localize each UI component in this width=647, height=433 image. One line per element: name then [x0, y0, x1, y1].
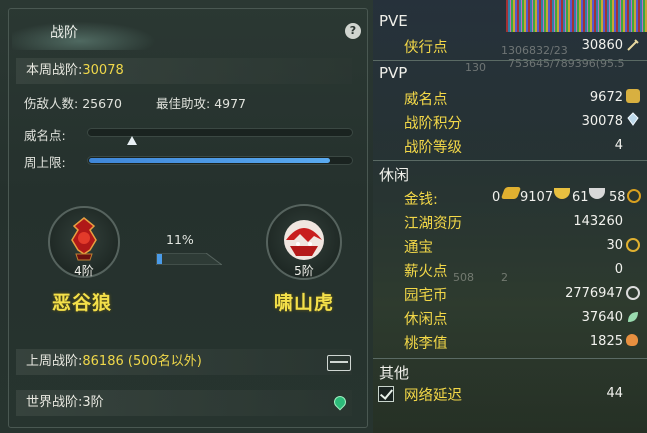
- peach-icon: [626, 334, 638, 346]
- best-assist-label: 最佳助攻:: [156, 96, 211, 111]
- pvp-item-value-0: 9672: [589, 90, 623, 105]
- background-text-1: 1306832/23: [501, 44, 568, 57]
- leaf-icon: [628, 312, 638, 322]
- coin-icon: [626, 238, 640, 252]
- kills-label: 伤敌人数:: [24, 96, 79, 111]
- weekly-cap-fill: [89, 158, 330, 163]
- copper-coin-icon: [627, 189, 641, 203]
- leisure-header: 休闲: [379, 166, 410, 184]
- leisure-item-label-3: 园宅币: [404, 288, 448, 304]
- pvp-item-label-1: 战阶积分: [404, 116, 462, 132]
- current-faction-name: 恶谷狼: [52, 292, 113, 314]
- next-tier-label: 5阶: [294, 264, 314, 278]
- leisure-item-value-1: 30: [606, 238, 623, 253]
- last-week-row: 上周战阶:86186 (500名以外): [16, 349, 352, 375]
- leisure-item-value-4: 37640: [581, 310, 623, 325]
- kills-stat: 伤敌人数: 25670: [24, 93, 122, 112]
- leisure-item-label-5: 桃李值: [404, 336, 448, 352]
- current-tier-label: 4阶: [74, 264, 94, 278]
- world-rank-value: 3阶: [82, 395, 104, 410]
- pve-item-label: 侠行点: [404, 40, 448, 56]
- leisure-item-value-3: 2776947: [565, 286, 623, 301]
- kills-value: 25670: [82, 96, 122, 111]
- divider: [373, 60, 647, 61]
- currency-panel: 1306832/23 130 753645/789396(95.5 PVE 侠行…: [373, 0, 647, 433]
- leisure-item-label-0: 江湖资历: [404, 216, 462, 232]
- money-gold-value: 9107: [520, 190, 554, 205]
- leisure-item-label-2: 薪火点: [404, 264, 448, 280]
- leisure-item-value-2: 0: [614, 262, 623, 277]
- weekly-rank-value: 30078: [82, 63, 124, 78]
- next-faction-name: 啸山虎: [274, 292, 335, 314]
- pvp-header: PVP: [379, 64, 408, 82]
- tier-progress-bar: [156, 253, 222, 265]
- tab-swoosh-decoration: [12, 20, 162, 50]
- last-week-value: 86186 (500名以外): [82, 354, 202, 369]
- money-silver-value: 61: [572, 190, 589, 205]
- leisure-item-label-1: 通宝: [404, 240, 433, 256]
- background-count-1: 508: [453, 271, 474, 284]
- money-label: 金钱:: [404, 192, 438, 208]
- rank-panel: 战阶 ? 本周战阶:30078 伤敌人数: 25670 最佳助攻: 4977 威…: [0, 0, 373, 433]
- prestige-label: 威名点:: [24, 128, 66, 143]
- background-count-2: 2: [501, 271, 508, 284]
- pve-item-value: 30860: [581, 38, 623, 53]
- weekly-rank-label: 本周战阶:: [26, 63, 83, 78]
- divider: [373, 160, 647, 161]
- rank-tab-label: 战阶: [50, 25, 78, 41]
- background-text-3: 753645/789396(95.5: [508, 57, 625, 70]
- weekly-rank-row: 本周战阶:30078: [16, 58, 352, 84]
- rank-tab[interactable]: 战阶: [12, 14, 162, 50]
- weekly-cap-label: 周上限:: [24, 155, 66, 170]
- sword-icon: [627, 39, 639, 51]
- world-rank-row: 世界战阶:3阶: [16, 390, 352, 416]
- pvp-item-value-1: 30078: [581, 114, 623, 129]
- reward-chest-icon[interactable]: [327, 355, 351, 371]
- pvp-item-label-0: 威名点: [404, 92, 448, 108]
- best-assist-value: 4977: [214, 96, 247, 111]
- money-goldbar-value: 0: [492, 190, 501, 205]
- leisure-item-value-0: 143260: [573, 214, 623, 229]
- network-latency-label: 网络延迟: [404, 388, 462, 404]
- money-copper-value: 58: [609, 190, 626, 205]
- best-assist-stat: 最佳助攻: 4977: [156, 93, 246, 112]
- pvp-item-value-2: 4: [614, 138, 623, 153]
- leisure-item-value-5: 1825: [589, 334, 623, 349]
- world-rank-label: 世界战阶:: [26, 395, 83, 410]
- background-text-2: 130: [465, 61, 486, 74]
- pve-header: PVE: [379, 12, 408, 30]
- prestige-marker-icon: [127, 136, 137, 145]
- other-header: 其他: [379, 364, 410, 382]
- help-icon[interactable]: ?: [345, 23, 361, 39]
- background-stripes-decoration: [506, 0, 647, 32]
- house-coin-icon: [626, 286, 640, 300]
- pvp-item-label-2: 战阶等级: [404, 140, 462, 156]
- network-latency-value: 44: [606, 386, 623, 401]
- mask-icon: [626, 89, 640, 103]
- weekly-cap-bar: [87, 156, 353, 165]
- divider: [373, 358, 647, 359]
- tier-progress-percent: 11%: [166, 232, 194, 247]
- crystal-icon: [627, 112, 639, 126]
- leisure-item-label-4: 休闲点: [404, 312, 448, 328]
- network-latency-checkbox[interactable]: [378, 386, 394, 402]
- last-week-label: 上周战阶:: [26, 354, 83, 369]
